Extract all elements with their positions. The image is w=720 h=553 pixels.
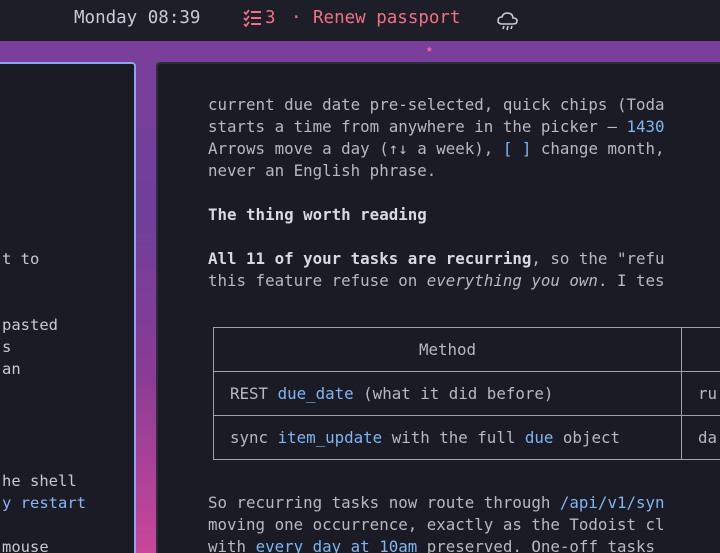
inline-code: /api/v1/syn: [559, 493, 665, 512]
left-line: mouse: [2, 538, 49, 553]
table-row: REST due_date (what it did before) ru: [213, 371, 720, 416]
table-header-method: Method: [213, 327, 682, 372]
left-line: s: [2, 338, 12, 356]
method-table: Method REST due_date (what it did before…: [213, 327, 720, 460]
text-line: current due date pre-selected, quick chi…: [208, 95, 665, 114]
section-heading: The thing worth reading: [208, 205, 427, 224]
table-cell: REST due_date (what it did before): [213, 371, 682, 416]
left-line: he shell: [2, 472, 77, 490]
table-cell: ru: [681, 371, 720, 416]
inline-code: 1430: [626, 117, 665, 136]
left-terminal-pane[interactable]: t to pasted s an he shell y restart mous…: [0, 62, 136, 553]
left-line: y restart: [2, 494, 86, 512]
text-line: moving one occurrence, exactly as the To…: [208, 515, 665, 534]
separator: ·: [291, 8, 302, 28]
current-task-title[interactable]: Renew passport: [313, 8, 461, 28]
table-cell: sync item_update with the full due objec…: [213, 415, 682, 460]
text-line: starts a time from anywhere in the picke…: [208, 117, 665, 136]
table-header-row: Method: [213, 327, 720, 372]
left-line: t to: [2, 250, 40, 268]
table-row: sync item_update with the full due objec…: [213, 415, 720, 460]
status-bar: Monday 08:39 3 · Renew passport: [0, 0, 720, 41]
text-line: All 11 of your tasks are recurring, so t…: [208, 249, 665, 268]
text-line: Arrows move a day (↑↓ a week), [ ] chang…: [208, 139, 665, 158]
inline-code: every day at 10am: [255, 537, 418, 553]
text-line: this feature refuse on everything you ow…: [208, 271, 665, 290]
cloud-rain-icon[interactable]: [497, 11, 518, 32]
table-cell: da: [681, 415, 720, 460]
left-line: an: [2, 360, 21, 378]
text-line: with every day at 10am preserved. One-of…: [208, 537, 655, 553]
main-terminal-pane[interactable]: current due date pre-selected, quick chi…: [156, 62, 720, 553]
inline-code: [ ]: [502, 139, 532, 158]
table-header-second: [681, 327, 720, 372]
text-line: So recurring tasks now route through /ap…: [208, 493, 665, 512]
left-line: pasted: [2, 316, 58, 334]
clock: Monday 08:39: [74, 8, 201, 28]
task-count[interactable]: 3: [265, 8, 276, 28]
text-line: never an English phrase.: [208, 161, 437, 180]
task-list-icon[interactable]: [243, 9, 262, 28]
workspace-indicator-icon[interactable]: ★: [426, 42, 433, 56]
